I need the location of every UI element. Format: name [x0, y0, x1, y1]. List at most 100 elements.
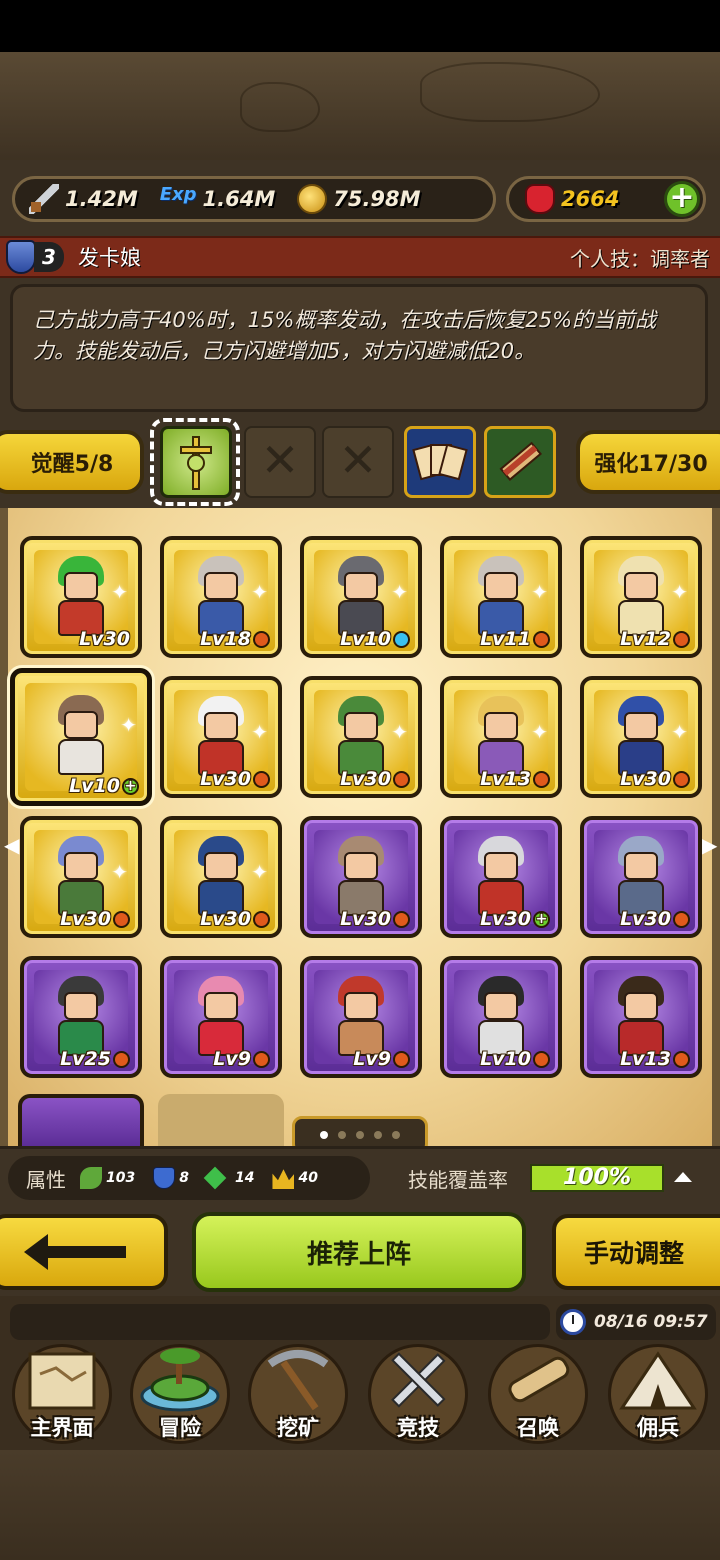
hero-tile[interactable]: ✦ Lv30	[20, 816, 142, 938]
hero-face	[484, 572, 518, 600]
nav-item[interactable]: 主界面	[6, 1340, 118, 1448]
add-gems-button[interactable]: +	[664, 181, 700, 217]
hero-face	[344, 992, 378, 1020]
attr-crown: 40	[272, 1167, 318, 1189]
fire-badge-icon	[673, 910, 690, 928]
star-badge-icon	[393, 630, 410, 648]
hero-level-text: Lv30	[620, 908, 671, 930]
hero-level-text: Lv11	[480, 628, 531, 650]
hero-level-text: Lv10	[340, 628, 391, 650]
fire-badge-icon	[393, 770, 410, 788]
hero-portrait	[190, 976, 252, 1058]
hero-level-text: Lv12	[620, 628, 671, 650]
resource-pill: 1.42M Exp 1.64M 75.98M	[12, 176, 496, 222]
hero-tile[interactable]: Lv30	[580, 816, 702, 938]
sparkle-icon: ✦	[111, 580, 128, 604]
summon-scroll-icon	[508, 1356, 570, 1403]
nav-item[interactable]: 佣兵	[602, 1340, 714, 1448]
hero-face	[484, 992, 518, 1020]
sparkle-icon: ✦	[671, 580, 688, 604]
scroll-icon	[499, 441, 542, 481]
nav-item[interactable]: 冒险	[124, 1340, 236, 1448]
next-page-arrow-icon[interactable]: ▶	[702, 833, 717, 857]
hero-level: Lv30	[620, 908, 690, 930]
hero-level-text: Lv13	[620, 1048, 671, 1070]
nav-label: 冒险	[159, 1416, 201, 1440]
back-arrow-icon	[24, 1234, 126, 1270]
hero-level: Lv11	[480, 628, 550, 650]
awaken-button[interactable]: 觉醒5/8	[0, 430, 144, 494]
hero-tile[interactable]: Lv9	[160, 956, 282, 1078]
exp-icon: Exp	[159, 184, 197, 205]
power-resource: 1.42M	[29, 184, 138, 214]
hero-tile[interactable]: ✦ Lv11	[440, 536, 562, 658]
fire-badge-icon	[393, 910, 410, 928]
fire-badge-icon	[673, 630, 690, 648]
hero-face	[64, 572, 98, 600]
hero-portrait	[50, 836, 112, 918]
hero-tile[interactable]: Lv9	[300, 956, 422, 1078]
attr-gem: 14	[203, 1166, 254, 1190]
fire-badge-icon	[253, 1050, 270, 1068]
panel-frame-left	[0, 508, 8, 1148]
fire-badge-icon	[253, 770, 270, 788]
hero-face	[64, 852, 98, 880]
hero-portrait	[330, 836, 392, 918]
recommend-button[interactable]: 推荐上阵	[192, 1212, 526, 1292]
skill-slot-empty-2[interactable]: ✕	[322, 426, 394, 498]
hero-tile[interactable]: ✦ Lv30	[160, 676, 282, 798]
gem-value: 2664	[561, 187, 620, 211]
hero-tile[interactable]: Lv30	[300, 816, 422, 938]
hero-tile[interactable]: Lv30 +	[440, 816, 562, 938]
hero-portrait	[50, 695, 112, 777]
hero-level: Lv9	[353, 1048, 410, 1070]
hero-tile[interactable]: ✦ Lv10 +	[10, 668, 152, 806]
fire-badge-icon	[253, 910, 270, 928]
attribute-pill: 属性 103 8 14 40	[8, 1156, 370, 1200]
attr-crown-value: 40	[298, 1170, 318, 1186]
sparkle-icon: ✦	[531, 580, 548, 604]
expand-up-icon[interactable]	[674, 1172, 692, 1182]
hero-level: Lv25	[60, 1048, 130, 1070]
hero-tile[interactable]: ✦ Lv10	[300, 536, 422, 658]
gem-icon	[203, 1166, 227, 1190]
chat-bar[interactable]	[10, 1304, 550, 1340]
hero-tile[interactable]: Lv25	[20, 956, 142, 1078]
enhance-button[interactable]: 强化17/30	[576, 430, 720, 494]
page-dot	[356, 1131, 364, 1139]
hero-tile[interactable]: ✦ Lv13	[440, 676, 562, 798]
hero-level: Lv30	[79, 628, 130, 650]
hero-tile[interactable]: ✦ Lv12	[580, 536, 702, 658]
island-icon	[140, 1348, 220, 1412]
prev-page-arrow-icon[interactable]: ◀	[4, 833, 19, 857]
hero-tile[interactable]: Lv13	[580, 956, 702, 1078]
hero-tile[interactable]: ✦ Lv30	[160, 816, 282, 938]
skill-slot-scroll[interactable]	[484, 426, 556, 498]
status-bar	[0, 0, 720, 52]
clock-icon	[560, 1309, 586, 1335]
hero-face	[624, 572, 658, 600]
manual-adjust-button[interactable]: 手动调整	[552, 1214, 720, 1290]
hero-tile[interactable]: ✦ Lv30	[580, 676, 702, 798]
nav-item[interactable]: 挖矿	[242, 1340, 354, 1448]
nav-item[interactable]: 竞技	[362, 1340, 474, 1448]
skill-slot-cards[interactable]	[404, 426, 476, 498]
hero-tile[interactable]: ✦ Lv30	[300, 676, 422, 798]
hero-portrait	[190, 696, 252, 778]
hero-tile[interactable]: ✦ Lv30	[20, 536, 142, 658]
hero-tile-partial[interactable]	[18, 1094, 144, 1148]
skill-slot-empty-1[interactable]: ✕	[244, 426, 316, 498]
time-text: 08/16 09:57	[594, 1312, 708, 1332]
hero-tile[interactable]: ✦ Lv18	[160, 536, 282, 658]
nav-item[interactable]: 召唤	[482, 1340, 594, 1448]
sparkle-icon: ✦	[391, 720, 408, 744]
pickaxe-icon	[267, 1350, 329, 1411]
personal-skill-name: 个人技：调率者	[570, 246, 710, 271]
leaf-icon	[80, 1167, 102, 1189]
hero-tile[interactable]: Lv10	[440, 956, 562, 1078]
nav-label: 佣兵	[637, 1416, 679, 1440]
hero-face	[624, 712, 658, 740]
hero-level: Lv13	[620, 1048, 690, 1070]
crossed-swords-icon	[391, 1352, 446, 1408]
hero-level-text: Lv30	[200, 768, 251, 790]
